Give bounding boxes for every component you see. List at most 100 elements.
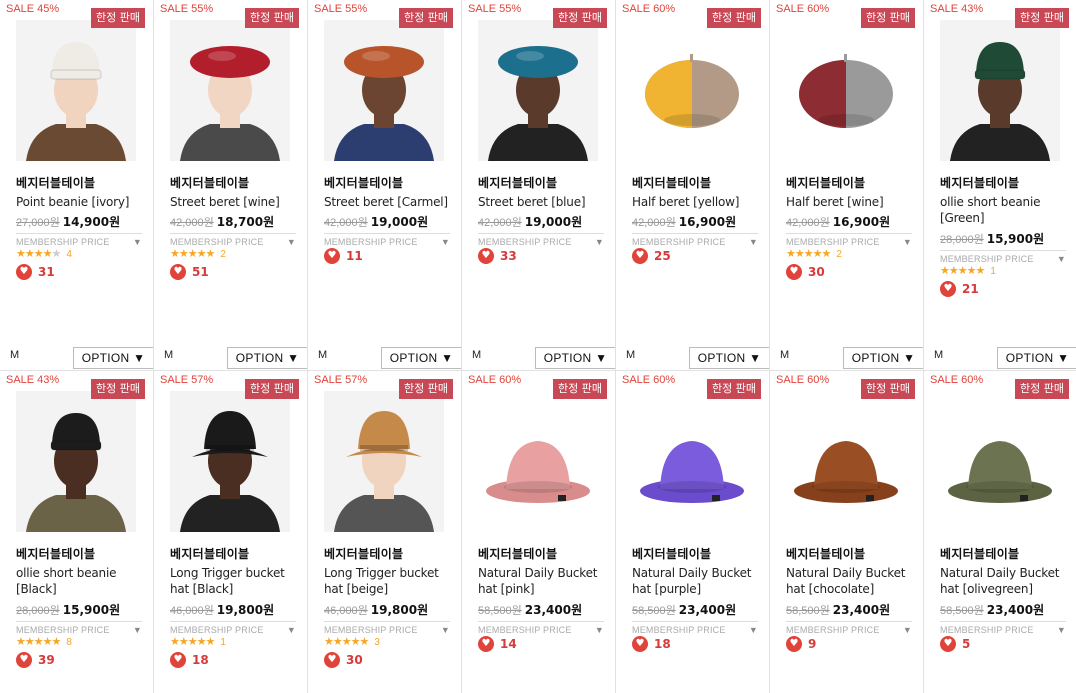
product-name[interactable]: ollie short beanie [Black] bbox=[16, 565, 148, 597]
membership-price-toggle[interactable]: MEMBERSHIP PRICE ▼ bbox=[786, 233, 912, 247]
product-card[interactable]: SALE 43% 한정 판매 베지터블테이블 ollie short beanie [… bbox=[924, 0, 1076, 371]
product-card[interactable]: SALE 57% 한정 판매 베지터블테이블 Long Trigger bucket … bbox=[308, 371, 462, 693]
product-card[interactable]: SALE 43% 한정 판매 베지터블테이블 ollie short beanie [… bbox=[0, 371, 154, 693]
membership-price-toggle[interactable]: MEMBERSHIP PRICE ▼ bbox=[170, 621, 296, 635]
brand-name[interactable]: 베지터블테이블 bbox=[170, 174, 249, 191]
product-card[interactable]: SALE 55% 한정 판매 베지터블테이블 Street beret [wine] 4… bbox=[154, 0, 308, 371]
membership-price-toggle[interactable]: MEMBERSHIP PRICE ▼ bbox=[940, 250, 1066, 264]
product-card[interactable]: SALE 55% 한정 판매 베지터블테이블 Street beret [Carmel… bbox=[308, 0, 462, 371]
product-image[interactable] bbox=[324, 391, 444, 532]
product-name[interactable]: Natural Daily Bucket hat [pink] bbox=[478, 565, 610, 597]
membership-price-toggle[interactable]: MEMBERSHIP PRICE ▼ bbox=[478, 233, 604, 247]
product-image[interactable] bbox=[324, 20, 444, 161]
product-image[interactable] bbox=[940, 20, 1060, 161]
option-button[interactable]: OPTION ▼ bbox=[381, 347, 461, 369]
like-button[interactable]: ♥ 30 bbox=[786, 264, 825, 280]
brand-name[interactable]: 베지터블테이블 bbox=[478, 545, 557, 562]
product-card[interactable]: SALE 57% 한정 판매 베지터블테이블 Long Trigger bucket … bbox=[154, 371, 308, 693]
brand-name[interactable]: 베지터블테이블 bbox=[170, 545, 249, 562]
product-card[interactable]: SALE 55% 한정 판매 베지터블테이블 Street beret [blue] 4… bbox=[462, 0, 616, 371]
product-name[interactable]: Long Trigger bucket hat [Black] bbox=[170, 565, 302, 597]
membership-price-toggle[interactable]: MEMBERSHIP PRICE ▼ bbox=[478, 621, 604, 635]
product-image[interactable] bbox=[478, 20, 598, 161]
product-image[interactable] bbox=[632, 391, 752, 532]
brand-name[interactable]: 베지터블테이블 bbox=[786, 174, 865, 191]
product-image[interactable] bbox=[940, 391, 1060, 532]
product-image[interactable] bbox=[632, 20, 752, 161]
like-button[interactable]: ♥ 30 bbox=[324, 652, 363, 668]
product-card[interactable]: SALE 45% 한정 판매 베지터블테이블 Point beanie [ivory]… bbox=[0, 0, 154, 371]
brand-name[interactable]: 베지터블테이블 bbox=[632, 174, 711, 191]
membership-price-toggle[interactable]: MEMBERSHIP PRICE ▼ bbox=[324, 233, 450, 247]
membership-price-toggle[interactable]: MEMBERSHIP PRICE ▼ bbox=[786, 621, 912, 635]
heart-icon: ♥ bbox=[16, 264, 32, 280]
option-button[interactable]: OPTION ▼ bbox=[843, 347, 923, 369]
product-card[interactable]: SALE 60% 한정 판매 베지터블테이블 Natural Daily Bucket… bbox=[770, 371, 924, 693]
product-image[interactable] bbox=[786, 391, 906, 532]
rating-stars: ★★★★★ 4 bbox=[16, 247, 72, 260]
membership-price-toggle[interactable]: MEMBERSHIP PRICE ▼ bbox=[16, 621, 142, 635]
option-button[interactable]: OPTION ▼ bbox=[73, 347, 153, 369]
product-name[interactable]: Natural Daily Bucket hat [purple] bbox=[632, 565, 764, 597]
brand-name[interactable]: 베지터블테이블 bbox=[786, 545, 865, 562]
product-card[interactable]: SALE 60% 한정 판매 베지터블테이블 Half beret [wine] 42,… bbox=[770, 0, 924, 371]
product-image[interactable] bbox=[170, 391, 290, 532]
like-button[interactable]: ♥ 11 bbox=[324, 248, 363, 264]
product-image[interactable] bbox=[786, 20, 906, 161]
option-button[interactable]: OPTION ▼ bbox=[997, 347, 1076, 369]
product-name[interactable]: Street beret [Carmel] bbox=[324, 194, 456, 210]
product-image[interactable] bbox=[170, 20, 290, 161]
membership-price-toggle[interactable]: MEMBERSHIP PRICE ▼ bbox=[170, 233, 296, 247]
option-button[interactable]: OPTION ▼ bbox=[535, 347, 615, 369]
option-button[interactable]: OPTION ▼ bbox=[227, 347, 307, 369]
like-button[interactable]: ♥ 33 bbox=[478, 248, 517, 264]
sale-badge: SALE 60% bbox=[776, 3, 830, 15]
rating-stars: ★★★★★ 1 bbox=[940, 264, 996, 277]
like-button[interactable]: ♥ 9 bbox=[786, 636, 816, 652]
membership-price-toggle[interactable]: MEMBERSHIP PRICE ▼ bbox=[324, 621, 450, 635]
product-image[interactable] bbox=[16, 20, 136, 161]
brand-name[interactable]: 베지터블테이블 bbox=[632, 545, 711, 562]
membership-price-toggle[interactable]: MEMBERSHIP PRICE ▼ bbox=[940, 621, 1066, 635]
option-button[interactable]: OPTION ▼ bbox=[689, 347, 769, 369]
brand-name[interactable]: 베지터블테이블 bbox=[16, 174, 95, 191]
brand-name[interactable]: 베지터블테이블 bbox=[16, 545, 95, 562]
price-line: 58,500원 23,400원 bbox=[478, 601, 582, 618]
like-button[interactable]: ♥ 18 bbox=[632, 636, 671, 652]
brand-name[interactable]: 베지터블테이블 bbox=[324, 174, 403, 191]
brand-name[interactable]: 베지터블테이블 bbox=[324, 545, 403, 562]
product-image[interactable] bbox=[16, 391, 136, 532]
product-card[interactable]: SALE 60% 한정 판매 베지터블테이블 Natural Daily Bucket… bbox=[924, 371, 1076, 693]
product-name[interactable]: Half beret [wine] bbox=[786, 194, 918, 210]
product-name[interactable]: Street beret [blue] bbox=[478, 194, 610, 210]
product-name[interactable]: ollie short beanie [Green] bbox=[940, 194, 1072, 226]
product-name[interactable]: Half beret [yellow] bbox=[632, 194, 764, 210]
like-button[interactable]: ♥ 14 bbox=[478, 636, 517, 652]
like-button[interactable]: ♥ 25 bbox=[632, 248, 671, 264]
like-button[interactable]: ♥ 5 bbox=[940, 636, 970, 652]
product-name[interactable]: Street beret [wine] bbox=[170, 194, 302, 210]
brand-name[interactable]: 베지터블테이블 bbox=[478, 174, 557, 191]
sale-badge: SALE 60% bbox=[930, 374, 984, 386]
limited-badge: 한정 판매 bbox=[553, 8, 607, 28]
like-button[interactable]: ♥ 51 bbox=[170, 264, 209, 280]
membership-price-toggle[interactable]: MEMBERSHIP PRICE ▼ bbox=[16, 233, 142, 247]
product-name[interactable]: Long Trigger bucket hat [beige] bbox=[324, 565, 456, 597]
like-button[interactable]: ♥ 18 bbox=[170, 652, 209, 668]
like-button[interactable]: ♥ 21 bbox=[940, 281, 979, 297]
product-name[interactable]: Natural Daily Bucket hat [chocolate] bbox=[786, 565, 918, 597]
sale-price: 19,800원 bbox=[370, 603, 429, 617]
product-card[interactable]: SALE 60% 한정 판매 베지터블테이블 Half beret [yellow] 4… bbox=[616, 0, 770, 371]
product-image[interactable] bbox=[478, 391, 598, 532]
product-name[interactable]: Point beanie [ivory] bbox=[16, 194, 148, 210]
like-count: 18 bbox=[192, 653, 209, 667]
membership-price-toggle[interactable]: MEMBERSHIP PRICE ▼ bbox=[632, 233, 758, 247]
brand-name[interactable]: 베지터블테이블 bbox=[940, 545, 1019, 562]
like-button[interactable]: ♥ 39 bbox=[16, 652, 55, 668]
like-button[interactable]: ♥ 31 bbox=[16, 264, 55, 280]
product-card[interactable]: SALE 60% 한정 판매 베지터블테이블 Natural Daily Bucket… bbox=[616, 371, 770, 693]
product-card[interactable]: SALE 60% 한정 판매 베지터블테이블 Natural Daily Bucket… bbox=[462, 371, 616, 693]
product-name[interactable]: Natural Daily Bucket hat [olivegreen] bbox=[940, 565, 1072, 597]
membership-price-toggle[interactable]: MEMBERSHIP PRICE ▼ bbox=[632, 621, 758, 635]
brand-name[interactable]: 베지터블테이블 bbox=[940, 174, 1019, 191]
